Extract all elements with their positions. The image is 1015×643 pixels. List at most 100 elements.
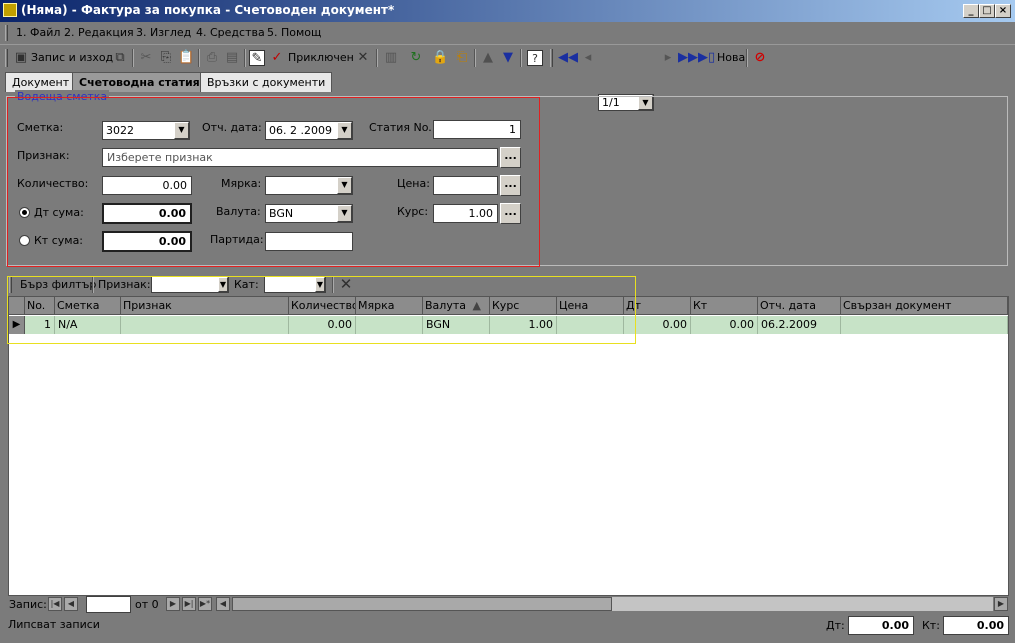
price-browse-button[interactable]: ... xyxy=(500,175,521,196)
tab-document[interactable]: Документ xyxy=(5,72,77,92)
column-header-dt[interactable]: Дт xyxy=(624,297,691,315)
cell-unit[interactable] xyxy=(356,316,423,334)
cut-icon[interactable]: ✂ xyxy=(138,50,154,66)
entry-no-field[interactable]: 1 xyxy=(433,120,521,139)
move-up-icon[interactable]: ▲ xyxy=(480,50,496,66)
quantity-field[interactable]: 0.00 xyxy=(102,176,192,195)
cell-rate[interactable]: 1.00 xyxy=(490,316,557,334)
cell-dt[interactable]: 0.00 xyxy=(624,316,691,334)
next-record-icon[interactable]: ▸ xyxy=(660,50,676,66)
paste-icon[interactable]: 📋 xyxy=(178,50,194,66)
last-record-icon[interactable]: ▶▶ xyxy=(678,50,698,66)
cell-linked-document[interactable] xyxy=(841,316,1008,334)
column-header-price[interactable]: Цена xyxy=(557,297,624,315)
next-record-button[interactable]: ▶ xyxy=(166,597,180,611)
close-button[interactable]: × xyxy=(995,4,1011,18)
rate-browse-button[interactable]: ... xyxy=(500,203,521,224)
edit-document-icon[interactable]: ✎ xyxy=(249,50,265,66)
last-record-button[interactable]: ▶| xyxy=(182,597,196,611)
menu-tools[interactable]: 4. Средства xyxy=(196,26,265,42)
attribute-browse-button[interactable]: ... xyxy=(500,147,521,168)
column-header-quantity[interactable]: Количество xyxy=(289,297,356,315)
chevron-down-icon[interactable]: ▼ xyxy=(174,122,189,139)
close-x-icon[interactable]: ✕ xyxy=(355,50,371,66)
cell-kt[interactable]: 0.00 xyxy=(691,316,758,334)
column-header-account[interactable]: Сметка xyxy=(55,297,121,315)
kt-label: Кт сума: xyxy=(34,234,84,247)
print-preview-icon[interactable]: ▤ xyxy=(224,50,240,66)
prev-record-button[interactable]: ◀ xyxy=(64,597,78,611)
menu-view[interactable]: 3. Изглед xyxy=(136,26,191,42)
cell-quantity[interactable]: 0.00 xyxy=(289,316,356,334)
prev-record-icon[interactable]: ◂ xyxy=(580,50,596,66)
tab-document-links[interactable]: Връзки с документи xyxy=(200,72,333,92)
help-icon[interactable]: ? xyxy=(527,50,543,66)
account-select[interactable]: 3022 ▼ xyxy=(102,121,190,140)
save-exit-button[interactable]: Запис и изход xyxy=(31,51,113,64)
horizontal-scroll-track[interactable] xyxy=(612,597,993,611)
currency-select[interactable]: BGN ▼ xyxy=(265,204,353,223)
tab-accounting-entry[interactable]: Счетоводна статия xyxy=(72,72,207,92)
report-date-picker[interactable]: 06. 2 .2009 ▼ xyxy=(265,121,353,140)
attach-icon[interactable]: ⎗ xyxy=(454,50,470,66)
column-header-unit[interactable]: Мярка xyxy=(356,297,423,315)
refresh-icon[interactable]: ↻ xyxy=(408,50,424,66)
chevron-down-icon[interactable]: ▼ xyxy=(218,277,228,292)
copy-icon[interactable]: ⎘ xyxy=(158,50,174,66)
column-header-kt[interactable]: Кт xyxy=(691,297,758,315)
clear-filter-icon[interactable]: ✕ xyxy=(338,276,354,292)
column-header-no[interactable]: No. xyxy=(25,297,55,315)
delete-icon[interactable]: ▥ xyxy=(383,50,399,66)
chevron-down-icon[interactable]: ▼ xyxy=(337,177,352,194)
record-number-field[interactable] xyxy=(86,596,131,613)
report-date-label: Отч. дата: xyxy=(202,121,262,134)
dt-radio[interactable] xyxy=(19,207,30,218)
cell-no[interactable]: 1 xyxy=(25,316,55,334)
chevron-down-icon[interactable]: ▼ xyxy=(337,205,352,222)
new-record-button[interactable]: ▶* xyxy=(198,597,212,611)
horizontal-scroll-thumb[interactable] xyxy=(232,597,612,611)
scroll-left-button[interactable]: ◀ xyxy=(216,597,230,611)
minimize-button[interactable]: _ xyxy=(963,4,979,18)
dt-field[interactable]: 0.00 xyxy=(102,203,192,224)
account-label: Сметка: xyxy=(17,121,64,134)
new-button[interactable]: Нова xyxy=(717,51,745,64)
price-field[interactable] xyxy=(433,176,498,195)
cell-currency[interactable]: BGN xyxy=(423,316,490,334)
posted-button[interactable]: Приключен xyxy=(288,51,354,64)
first-record-icon[interactable]: ◀◀ xyxy=(558,50,578,66)
column-header-report-date[interactable]: Отч. дата xyxy=(758,297,841,315)
first-record-button[interactable]: |◀ xyxy=(48,597,62,611)
attribute-field[interactable]: Изберете признак xyxy=(102,148,498,167)
chevron-down-icon[interactable]: ▼ xyxy=(315,277,325,292)
cell-attribute[interactable] xyxy=(121,316,289,334)
cell-price[interactable] xyxy=(557,316,624,334)
column-header-attribute[interactable]: Признак xyxy=(121,297,289,315)
copy-document-icon[interactable]: ⧉ xyxy=(112,50,128,66)
rate-field[interactable]: 1.00 xyxy=(433,204,498,223)
kt-field[interactable]: 0.00 xyxy=(102,231,192,252)
kt-radio[interactable] xyxy=(19,235,30,246)
chevron-down-icon[interactable]: ▼ xyxy=(337,122,352,139)
quantity-value: 0.00 xyxy=(162,179,188,192)
menu-edit[interactable]: 2. Редакция xyxy=(64,26,134,42)
scroll-right-button[interactable]: ▶ xyxy=(994,597,1008,611)
cancel-icon[interactable]: ⊘ xyxy=(752,50,768,66)
cell-account[interactable]: N/A xyxy=(55,316,121,334)
print-icon[interactable]: ⎙ xyxy=(204,50,220,66)
unit-select[interactable]: ▼ xyxy=(265,176,353,195)
menu-help[interactable]: 5. Помощ xyxy=(267,26,321,42)
toolbar-grip xyxy=(5,49,8,67)
filter-attribute-select[interactable]: ▼ xyxy=(151,276,229,293)
menu-file[interactable]: 1. Файл xyxy=(16,26,60,42)
quick-filter-button[interactable]: Бърз филтър xyxy=(20,278,96,291)
column-header-rate[interactable]: Курс xyxy=(490,297,557,315)
column-header-currency[interactable]: Валута ▲ xyxy=(423,297,490,315)
filter-cat-select[interactable]: ▼ xyxy=(264,276,326,293)
cell-report-date[interactable]: 06.2.2009 xyxy=(758,316,841,334)
batch-field[interactable] xyxy=(265,232,353,251)
lock-icon[interactable]: 🔒 xyxy=(432,50,448,66)
move-down-icon[interactable]: ▼ xyxy=(500,50,516,66)
maximize-button[interactable]: □ xyxy=(979,4,995,18)
column-header-linked-document[interactable]: Свързан документ xyxy=(841,297,1008,315)
